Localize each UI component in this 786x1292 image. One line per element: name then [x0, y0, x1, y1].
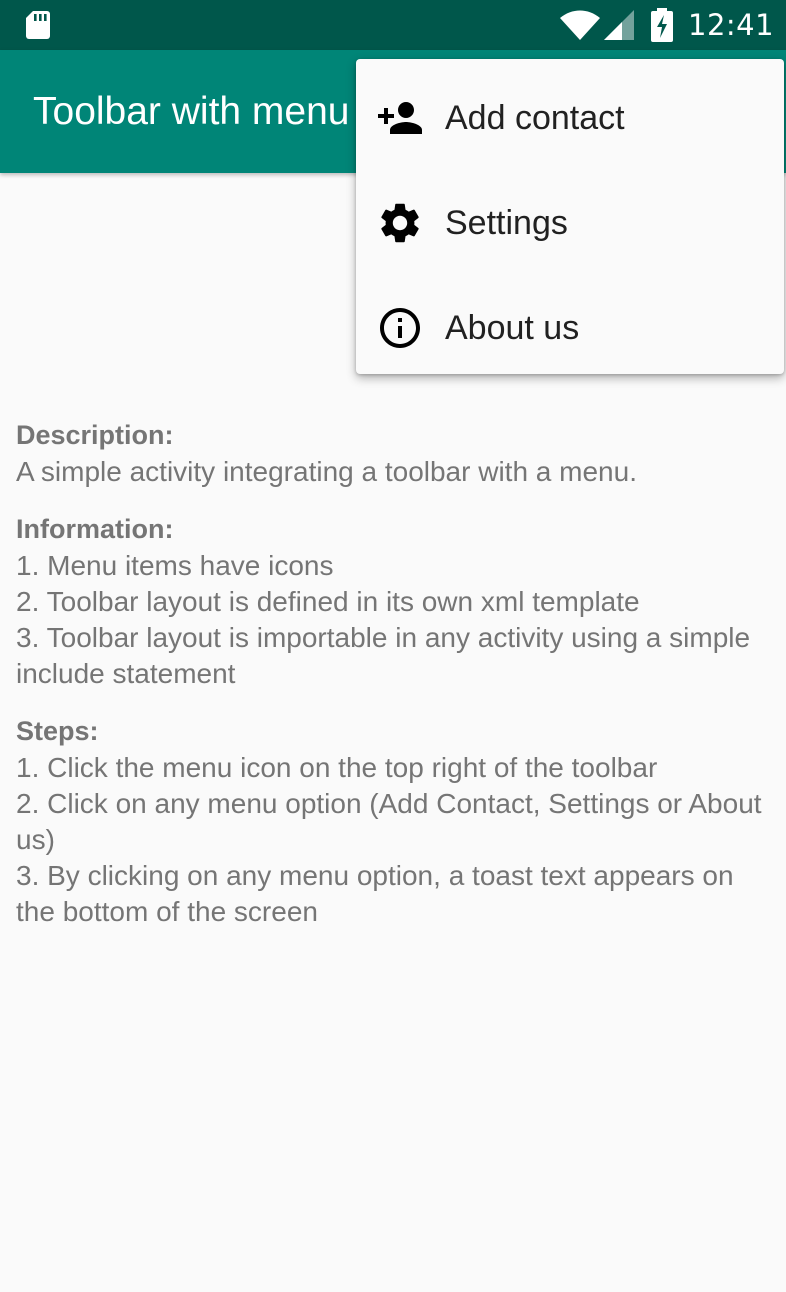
main-content: Description: A simple activity integrati…: [16, 416, 776, 950]
menu-item-settings[interactable]: Settings: [356, 171, 784, 276]
gear-icon: [381, 203, 419, 243]
status-clock: 12:41: [688, 8, 775, 42]
battery-charging-icon: [651, 8, 673, 42]
description-line: A simple activity integrating a toolbar …: [16, 456, 637, 487]
menu-item-add-contact[interactable]: Add contact: [356, 66, 784, 171]
menu-item-label: Settings: [445, 204, 568, 242]
description-heading: Description:: [16, 420, 174, 450]
add-person-icon: [378, 102, 422, 134]
steps-line: 1. Click the menu icon on the top right …: [16, 752, 658, 783]
overflow-menu: Add contact Settings About us: [356, 59, 784, 374]
cell-signal-icon: [604, 10, 634, 40]
menu-item-about-us[interactable]: About us: [356, 276, 784, 381]
menu-item-label: About us: [445, 309, 580, 347]
wifi-icon: [560, 10, 600, 40]
information-line: 3. Toolbar layout is importable in any a…: [16, 622, 751, 689]
info-icon: [380, 308, 420, 348]
information-line: 1. Menu items have icons: [16, 550, 334, 581]
status-bar: 12:41: [0, 0, 786, 50]
information-line: 2. Toolbar layout is defined in its own …: [16, 586, 640, 617]
sd-card-icon: [26, 11, 50, 39]
menu-item-label: Add contact: [445, 99, 625, 137]
steps-line: 2. Click on any menu option (Add Contact…: [16, 788, 762, 855]
steps-line: 3. By clicking on any menu option, a toa…: [16, 860, 734, 927]
steps-section: Steps: 1. Click the menu icon on the top…: [16, 712, 776, 930]
toolbar-title: Toolbar with menu: [33, 90, 350, 133]
information-heading: Information:: [16, 514, 174, 544]
information-section: Information: 1. Menu items have icons 2.…: [16, 510, 776, 692]
description-section: Description: A simple activity integrati…: [16, 416, 776, 490]
steps-heading: Steps:: [16, 716, 99, 746]
